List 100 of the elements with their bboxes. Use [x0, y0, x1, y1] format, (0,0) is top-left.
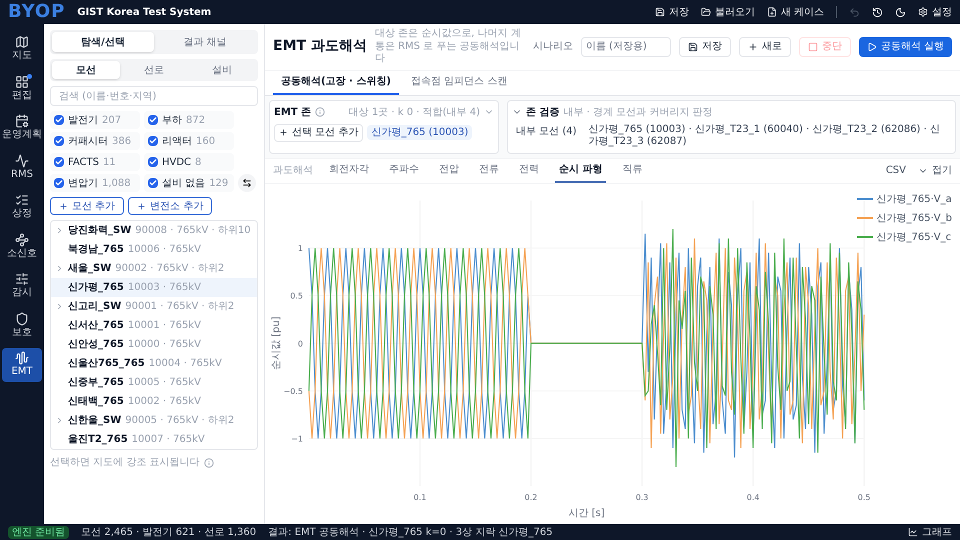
- new-button[interactable]: 새로: [738, 36, 791, 57]
- play-icon: [866, 42, 877, 52]
- moon-icon[interactable]: [895, 6, 906, 18]
- axis-tick-label: 0.3: [636, 492, 648, 502]
- axis-tick-label: 0.5: [290, 291, 303, 300]
- filter-chip[interactable]: HVDC 8: [144, 153, 234, 171]
- chart-icon: [908, 527, 918, 537]
- page-title: EMT 과도해석: [273, 37, 367, 56]
- result-tab[interactable]: 전압: [435, 158, 463, 182]
- nav-item[interactable]: RMS: [2, 150, 42, 184]
- bus-list-item[interactable]: 신한울_SW 90005 · 765kV · 하위2: [51, 411, 257, 430]
- row-value: 신가평_765 (10003) · 신가평_T23_1 (60040) · 신가평_T23_2 (62086) · 신가평_T23_3 (62087): [588, 124, 941, 148]
- result-tab[interactable]: 회전자각: [325, 158, 373, 182]
- page-subtitle: 대상 존은 순시값으로, 나머지 계통은 RMS 로 푸는 공동해석입니다: [374, 28, 522, 66]
- info-icon: [204, 458, 214, 468]
- checkbox[interactable]: [54, 178, 64, 188]
- bus-list-item[interactable]: 신가평_765 10003 · 765kV: [51, 278, 257, 297]
- toolbar-button[interactable]: 새 케이스: [766, 4, 824, 20]
- checkbox[interactable]: [54, 115, 64, 125]
- filter-chip[interactable]: FACTS 11: [50, 153, 140, 171]
- panel-tab[interactable]: 설비: [188, 61, 256, 79]
- nav-item[interactable]: 소신호: [2, 230, 42, 263]
- nav-item[interactable]: 감시: [2, 269, 42, 302]
- panel-tab[interactable]: 결과 채널: [154, 32, 256, 52]
- result-tab[interactable]: 전력: [515, 158, 543, 182]
- bus-list-item[interactable]: 북경남_765 10006 · 765kV: [51, 240, 257, 259]
- nav-item[interactable]: 편집: [2, 72, 42, 105]
- panel-tab[interactable]: 모선: [52, 61, 120, 79]
- bus-list-item[interactable]: 신울산765_765 10004 · 765kV: [51, 354, 257, 373]
- swap-button[interactable]: [238, 174, 256, 192]
- result-tab[interactable]: 직류: [618, 158, 646, 182]
- bus-list-item[interactable]: 신고리_SW 90001 · 765kV · 하위2: [51, 297, 257, 316]
- axis-title: 시간 [s]: [568, 508, 605, 519]
- checkbox[interactable]: [148, 157, 158, 167]
- save-button[interactable]: 저장: [678, 36, 731, 57]
- search-field[interactable]: 검색 (이름·번호·지역): [50, 86, 258, 106]
- toolbar-button[interactable]: 저장: [654, 4, 689, 20]
- checkbox[interactable]: [54, 157, 64, 167]
- axis-tick-label: −1: [291, 434, 303, 443]
- checkbox[interactable]: [148, 115, 158, 125]
- bus-list-item[interactable]: 신중부_765 10005 · 765kV: [51, 373, 257, 392]
- panel-tab[interactable]: 선로: [120, 61, 188, 79]
- grid-icon: [15, 74, 29, 88]
- bus-list-item[interactable]: 새울_SW 90002 · 765kV · 하위2: [51, 259, 257, 278]
- checklist-icon: [15, 193, 29, 207]
- checkbox[interactable]: [148, 136, 158, 146]
- plus-icon: [59, 202, 68, 210]
- stop-icon: [808, 42, 818, 52]
- axis-title: 순시값 [pu]: [270, 316, 282, 370]
- bus-list-item[interactable]: 신태백_765 10002 · 765kV: [51, 392, 257, 411]
- csv-button[interactable]: CSV: [886, 163, 906, 178]
- filter-chip[interactable]: 발전기 207: [50, 111, 140, 129]
- toolbar-button[interactable]: 불러오기: [700, 4, 755, 20]
- tab[interactable]: 접속점 임피던스 스캔: [402, 70, 516, 94]
- save-icon: [688, 42, 698, 52]
- folder-icon: [700, 7, 711, 17]
- filter-chip[interactable]: 부하 872: [144, 111, 234, 129]
- legend-label: 신가평_765·V_c: [876, 230, 952, 244]
- nav-item[interactable]: 상정: [2, 190, 42, 224]
- checkbox[interactable]: [54, 136, 64, 146]
- result-tab[interactable]: 전류: [475, 158, 503, 182]
- app-title: GIST Korea Test System: [77, 6, 212, 20]
- chevron-icon: [55, 416, 64, 425]
- bus-list-item[interactable]: 신서산_765 10001 · 765kV: [51, 316, 257, 335]
- scenario-field[interactable]: 이름 (저장용): [580, 36, 671, 57]
- axis-tick-label: 0.5: [858, 492, 870, 502]
- nav-item[interactable]: 운영계획: [2, 111, 42, 144]
- status-badge: 엔진 준비됨: [8, 526, 70, 538]
- save-icon: [654, 7, 665, 17]
- row-label: 내부 모선 (4): [516, 124, 577, 138]
- filter-chip[interactable]: 설비 없음 129: [144, 174, 234, 192]
- run-button[interactable]: 공동해석 실행: [858, 36, 952, 57]
- add-button[interactable]: 변전소 추가: [128, 197, 212, 215]
- bus-list-item[interactable]: 당진화력_SW 90008 · 765kV · 하위10: [51, 221, 257, 240]
- section-label: 과도해석: [273, 164, 313, 178]
- result-tab[interactable]: 주파수: [385, 158, 423, 182]
- filter-chip[interactable]: 변압기 1,088: [50, 174, 140, 192]
- bus-list-item[interactable]: 울진T2_765 10007 · 765kV: [51, 430, 257, 449]
- hint-text: 선택하면 지도에 강조 표시됩니다: [50, 456, 200, 470]
- checkbox[interactable]: [148, 178, 158, 188]
- panel-tab[interactable]: 탐색/선택: [52, 32, 154, 52]
- settings-button[interactable]: 설정: [918, 4, 952, 20]
- nav-item[interactable]: 보호: [2, 308, 42, 342]
- field-label: 시나리오: [532, 40, 573, 54]
- filter-chip[interactable]: 커패시터 386: [50, 132, 140, 150]
- plus-icon: [748, 42, 758, 52]
- filter-chip[interactable]: 리액터 160: [144, 132, 234, 150]
- plus-icon: [279, 128, 288, 137]
- collapse-button[interactable]: 접기: [918, 163, 952, 178]
- bus-list-item[interactable]: 신안성_765 10000 · 765kV: [51, 335, 257, 354]
- file-plus-icon: [766, 7, 777, 17]
- info-icon: [315, 107, 326, 117]
- add-button[interactable]: 모선 추가: [50, 197, 124, 215]
- graph-button[interactable]: 그래프: [908, 524, 952, 540]
- calendar-icon: [15, 114, 29, 128]
- nav-item[interactable]: EMT: [2, 348, 42, 382]
- nav-item[interactable]: 지도: [2, 32, 42, 66]
- add-bus-button[interactable]: 선택 모선 추가: [274, 124, 364, 142]
- waveform-icon: [15, 351, 29, 365]
- history-icon[interactable]: [872, 6, 883, 18]
